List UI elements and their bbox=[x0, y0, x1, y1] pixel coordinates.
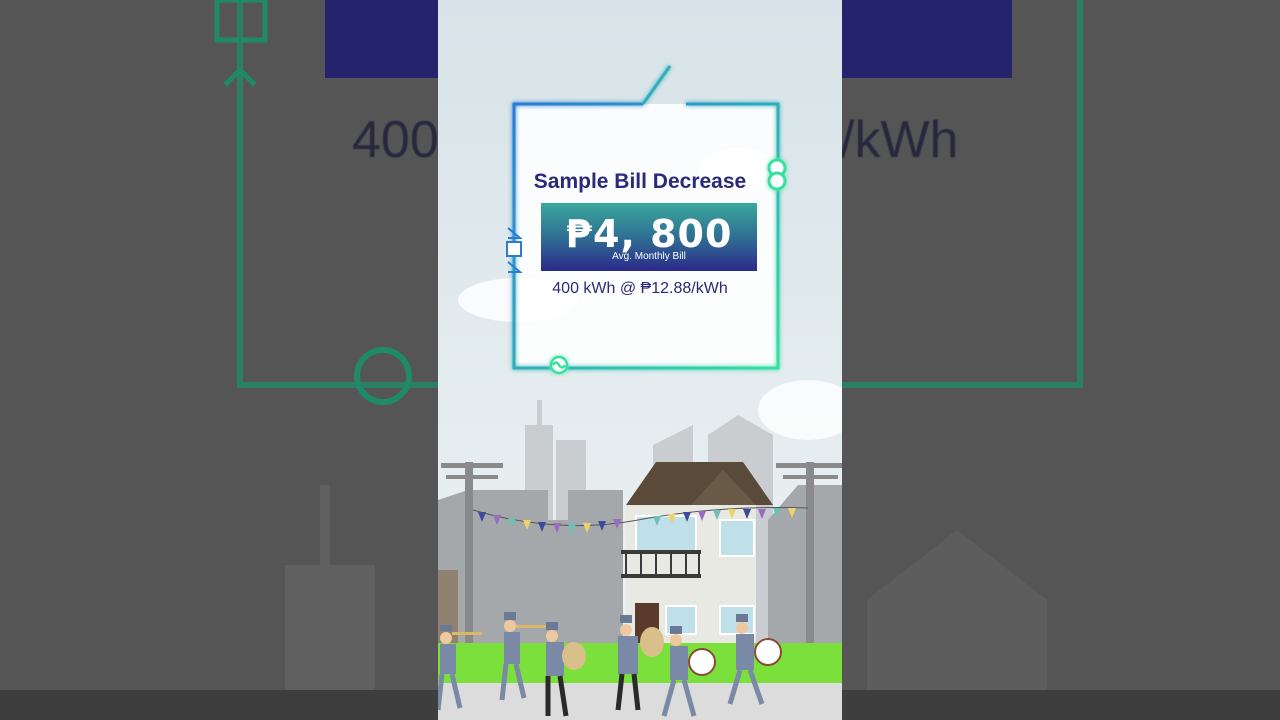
sidewalk bbox=[438, 683, 842, 720]
background-right-scene bbox=[842, 0, 1280, 720]
rate-text: 400 kWh @ ₱12.88/kWh bbox=[552, 280, 728, 297]
panel-title: Sample Bill Decrease bbox=[533, 170, 747, 193]
background-left-blur: 400 bbox=[0, 0, 438, 720]
scene-illustration bbox=[438, 65, 842, 720]
bill-amount-box: ₱4, 800 Avg. Monthly Bill bbox=[541, 203, 757, 271]
background-right-blur: /kWh bbox=[842, 0, 1280, 720]
house-illustration bbox=[621, 462, 773, 653]
background-left-scene bbox=[0, 0, 438, 720]
video-frame: Sample Bill Decrease ₱4, 800 Avg. Monthl… bbox=[438, 0, 842, 720]
background-right-text: /kWh bbox=[842, 111, 959, 169]
ac-source-icon bbox=[549, 355, 569, 375]
background-left-text: 400 bbox=[352, 111, 438, 169]
